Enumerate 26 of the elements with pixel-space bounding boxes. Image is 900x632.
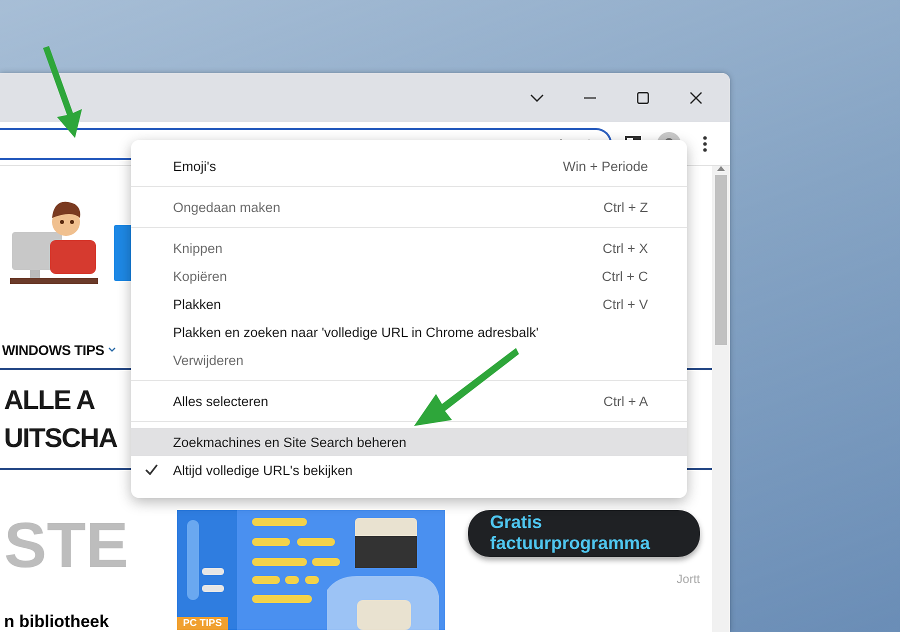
category-tag: PC TIPS [177, 616, 228, 630]
menu-item[interactable]: Plakken en zoeken naar 'volledige URL in Chrome adresbalk' [131, 318, 687, 346]
shortcut-text: Ctrl + X [602, 240, 648, 256]
scrollbar-thumb[interactable] [715, 175, 727, 345]
more-vertical-icon [703, 136, 707, 152]
article-title[interactable]: n bibliotheek [4, 612, 109, 632]
shortcut-text: Ctrl + C [602, 268, 648, 284]
minimize-icon [584, 96, 596, 98]
menu-item[interactable]: Altijd volledige URL's bekijken [131, 456, 687, 484]
menu-item[interactable]: Emoji's Win + Periode [131, 152, 687, 180]
headline-text: ALLE A [4, 384, 94, 417]
faded-title: STE [3, 510, 128, 580]
menu-item[interactable]: Plakken Ctrl + V [131, 290, 687, 318]
ad-banner[interactable]: Gratis factuurprogramma [468, 510, 700, 557]
shortcut-text: Ctrl + V [602, 296, 648, 312]
ad-source: Jortt [676, 572, 700, 586]
close-icon [690, 92, 702, 104]
menu-item[interactable]: Alles selecteren Ctrl + A [131, 387, 687, 415]
nav-link[interactable]: WINDOWS TIPS [2, 342, 116, 358]
menu-item[interactable]: Zoekmachines en Site Search beheren [131, 428, 687, 456]
chevron-down-icon [530, 94, 544, 102]
shortcut-text: Ctrl + A [603, 394, 648, 408]
maximize-icon [636, 92, 648, 104]
shortcut-text: Ctrl + Z [603, 200, 648, 214]
headline-text: UITSCHA [4, 422, 117, 455]
shortcut-text: Win + Periode [562, 158, 648, 174]
